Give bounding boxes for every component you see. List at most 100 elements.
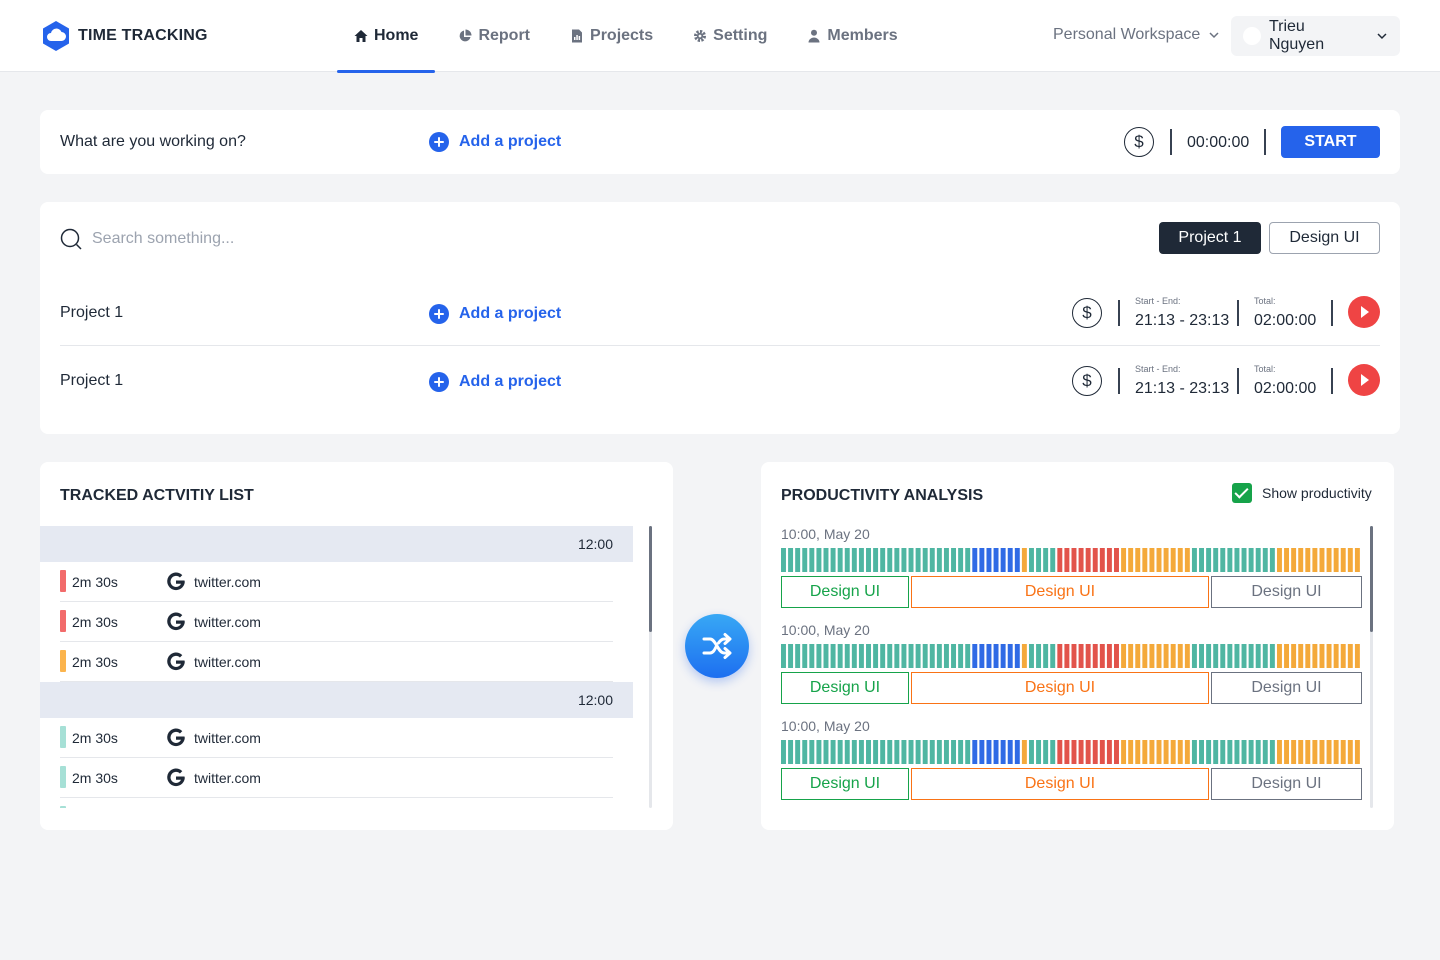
strip-segment bbox=[1184, 740, 1190, 764]
tag-unproductive[interactable]: Design UI bbox=[1211, 768, 1362, 800]
activity-row[interactable]: 2m 30stwitter.com bbox=[60, 642, 613, 682]
add-project-button[interactable]: Add a project bbox=[429, 304, 561, 324]
group-time: 12:00 bbox=[577, 536, 613, 552]
activity-row[interactable]: 2m 30stwitter.com bbox=[60, 602, 613, 642]
app-logo[interactable]: TIME TRACKING bbox=[40, 20, 208, 52]
billable-toggle[interactable]: $ bbox=[1124, 127, 1154, 157]
workspace-dropdown[interactable]: Personal Workspace bbox=[1053, 26, 1220, 44]
activity-row[interactable]: 2m 30stwitter.com bbox=[60, 758, 613, 798]
strip-segment bbox=[922, 740, 928, 764]
strip-segment bbox=[929, 548, 935, 572]
nav-members[interactable]: Members bbox=[790, 0, 914, 72]
strip-segment bbox=[1284, 644, 1290, 668]
nav-home[interactable]: Home bbox=[337, 0, 436, 73]
strip-segment bbox=[1333, 548, 1339, 572]
strip-segment bbox=[915, 548, 921, 572]
document-icon bbox=[572, 29, 583, 43]
activity-list[interactable]: 12:00 2m 30s twitter.com 2m 30s twitter.com 2… bbox=[40, 526, 633, 808]
activity-strip[interactable] bbox=[781, 548, 1362, 572]
filter-chip-design-ui[interactable]: Design UI bbox=[1269, 222, 1380, 254]
tag-productive[interactable]: Design UI bbox=[781, 768, 909, 800]
strip-segment bbox=[1128, 548, 1134, 572]
nav-home-label: Home bbox=[374, 27, 419, 44]
strip-segment bbox=[1092, 548, 1098, 572]
tag-unproductive[interactable]: Design UI bbox=[1211, 672, 1362, 704]
strip-segment bbox=[1241, 740, 1247, 764]
strip-segment bbox=[936, 644, 942, 668]
tag-productive[interactable]: Design UI bbox=[781, 576, 909, 608]
strip-segment bbox=[1354, 644, 1360, 668]
strip-segment bbox=[993, 644, 999, 668]
strip-segment bbox=[965, 548, 971, 572]
strip-segment bbox=[788, 548, 794, 572]
strip-segment bbox=[908, 548, 914, 572]
strip-segment bbox=[958, 740, 964, 764]
strip-segment bbox=[1199, 740, 1204, 764]
strip-segment bbox=[1121, 740, 1127, 764]
productivity-title: PRODUCTIVITY ANALYSIS bbox=[781, 487, 984, 504]
activity-duration: 2m 30s bbox=[72, 574, 118, 590]
show-productivity-checkbox[interactable]: Show productivity bbox=[1232, 483, 1372, 503]
strip-segment bbox=[1043, 644, 1049, 668]
start-end-value[interactable]: 21:13 - 23:13 bbox=[1135, 312, 1229, 330]
activity-row[interactable]: 2m 30stwitter.com bbox=[60, 718, 613, 758]
productivity-panel: PRODUCTIVITY ANALYSIS Show productivity … bbox=[761, 462, 1394, 830]
strip-segment bbox=[1291, 644, 1297, 668]
activity-strip[interactable] bbox=[781, 740, 1362, 764]
add-project-button[interactable]: Add a project bbox=[429, 132, 561, 152]
strip-segment bbox=[1149, 644, 1155, 668]
nav-report-label: Report bbox=[478, 27, 531, 44]
google-icon bbox=[165, 807, 187, 808]
play-button[interactable] bbox=[1348, 364, 1380, 396]
strip-segment bbox=[1021, 548, 1027, 572]
entry-name[interactable]: Project 1 bbox=[60, 304, 123, 322]
task-description-prompt[interactable]: What are you working on? bbox=[60, 133, 246, 151]
nav-report[interactable]: Report bbox=[441, 0, 547, 72]
divider bbox=[1331, 300, 1333, 326]
strip-segment bbox=[1007, 548, 1013, 572]
divider bbox=[1237, 368, 1239, 394]
divider bbox=[1264, 129, 1266, 155]
tag-neutral[interactable]: Design UI bbox=[911, 576, 1209, 608]
activity-strip[interactable] bbox=[781, 644, 1362, 668]
start-end-value[interactable]: 21:13 - 23:13 bbox=[1135, 380, 1229, 398]
activity-row[interactable]: 2m 30stwitter.com bbox=[60, 798, 613, 808]
activity-row[interactable]: 2m 30stwitter.com bbox=[60, 562, 613, 602]
strip-segment bbox=[1340, 644, 1346, 668]
shuffle-button[interactable] bbox=[685, 614, 749, 678]
strip-segment bbox=[1121, 644, 1127, 668]
shuffle-icon bbox=[702, 633, 732, 659]
scrollbar-thumb[interactable] bbox=[649, 526, 652, 632]
search-input[interactable] bbox=[92, 230, 392, 248]
strip-segment bbox=[1269, 740, 1275, 764]
strip-segment bbox=[1255, 740, 1261, 764]
user-menu[interactable]: Trieu Nguyen bbox=[1231, 16, 1400, 56]
strip-segment bbox=[1241, 548, 1247, 572]
strip-segment bbox=[816, 644, 822, 668]
strip-segment bbox=[1106, 548, 1112, 572]
google-icon bbox=[165, 767, 187, 789]
strip-segment bbox=[802, 548, 808, 572]
add-project-button[interactable]: Add a project bbox=[429, 372, 561, 392]
strip-segment bbox=[986, 740, 992, 764]
billable-toggle[interactable]: $ bbox=[1072, 366, 1102, 396]
billable-toggle[interactable]: $ bbox=[1072, 298, 1102, 328]
scrollbar-thumb[interactable] bbox=[1370, 526, 1373, 632]
tag-neutral[interactable]: Design UI bbox=[911, 672, 1209, 704]
nav-setting[interactable]: Setting bbox=[676, 0, 784, 72]
strip-segment bbox=[1206, 740, 1212, 764]
filter-chip-project-1[interactable]: Project 1 bbox=[1159, 222, 1261, 254]
strip-segment bbox=[802, 740, 808, 764]
nav-projects[interactable]: Projects bbox=[553, 0, 670, 72]
start-button[interactable]: START bbox=[1281, 126, 1380, 158]
tag-neutral[interactable]: Design UI bbox=[911, 768, 1209, 800]
strip-segment bbox=[951, 740, 957, 764]
entry-name[interactable]: Project 1 bbox=[60, 372, 123, 390]
strip-segment bbox=[1248, 548, 1254, 572]
tag-unproductive[interactable]: Design UI bbox=[1211, 576, 1362, 608]
strip-segment bbox=[936, 548, 942, 572]
tag-productive[interactable]: Design UI bbox=[781, 672, 909, 704]
strip-segment bbox=[844, 548, 850, 572]
dollar-icon: $ bbox=[1134, 132, 1144, 151]
play-button[interactable] bbox=[1348, 296, 1380, 328]
